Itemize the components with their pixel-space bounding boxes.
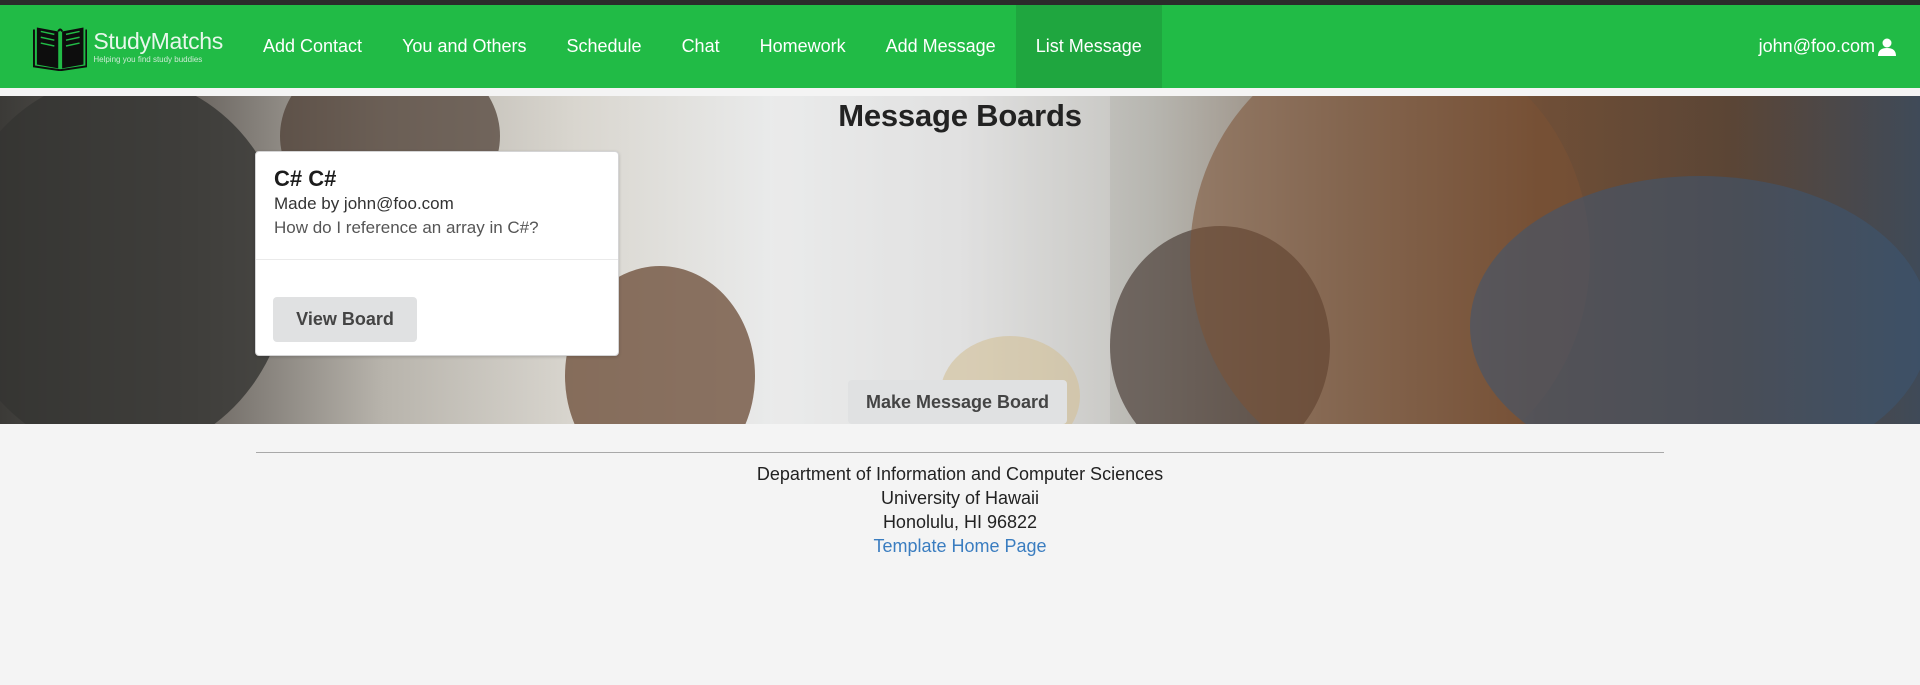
page-title: Message Boards	[838, 98, 1082, 133]
book-logo-icon	[33, 27, 88, 71]
footer-department: Department of Information and Computer S…	[756, 464, 1164, 484]
nav-menu: Add Contact You and Others Schedule Chat…	[243, 5, 1162, 88]
view-board-button[interactable]: View Board	[273, 297, 417, 342]
navbar: StudyMatchs Helping you find study buddi…	[0, 5, 1920, 88]
nav-list-message[interactable]: List Message	[1015, 5, 1162, 88]
board-author: Made by john@foo.com	[274, 194, 454, 213]
footer-divider	[256, 452, 1664, 453]
footer-address: Honolulu, HI 96822	[882, 512, 1038, 532]
nav-homework[interactable]: Homework	[740, 5, 866, 88]
logo-name: StudyMatchs	[93, 27, 223, 54]
footer: Department of Information and Computer S…	[0, 462, 1920, 558]
nav-add-message[interactable]: Add Message	[866, 5, 1016, 88]
board-title: C# C#	[274, 166, 337, 191]
board-description: How do I reference an array in C#?	[274, 218, 539, 237]
user-menu[interactable]: john@foo.com	[1759, 5, 1897, 88]
logo[interactable]: StudyMatchs Helping you find study buddi…	[33, 20, 223, 72]
card-content: C# C# Made by john@foo.com How do I refe…	[256, 152, 618, 260]
make-message-board-button[interactable]: Make Message Board	[848, 380, 1067, 424]
nav-you-and-others[interactable]: You and Others	[382, 5, 546, 88]
user-icon	[1878, 38, 1896, 56]
template-home-link[interactable]: Template Home Page	[0, 534, 1920, 558]
message-board-card: C# C# Made by john@foo.com How do I refe…	[255, 151, 619, 356]
footer-university: University of Hawaii	[880, 488, 1040, 508]
nav-add-contact[interactable]: Add Contact	[243, 5, 382, 88]
nav-chat[interactable]: Chat	[662, 5, 740, 88]
nav-schedule[interactable]: Schedule	[547, 5, 662, 88]
logo-tagline: Helping you find study buddies	[93, 54, 203, 64]
user-email: john@foo.com	[1758, 36, 1875, 56]
